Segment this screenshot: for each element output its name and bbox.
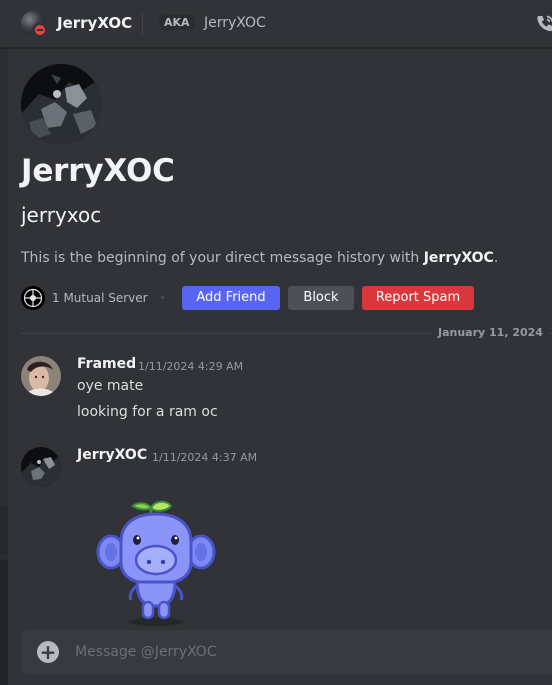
profile-avatar[interactable] bbox=[21, 64, 101, 144]
sidebar-edge-panel bbox=[0, 507, 8, 555]
message-timestamp: 1/11/2024 4:29 AM bbox=[138, 360, 244, 373]
message-avatar-framed[interactable] bbox=[21, 356, 61, 396]
date-divider-label: January 11, 2024 bbox=[432, 326, 549, 339]
history-intro-text: This is the beginning of your direct mes… bbox=[21, 250, 498, 266]
dm-header: JerryXOC AKA JerryXOC bbox=[0, 0, 552, 48]
profile-avatar-image bbox=[21, 64, 101, 144]
mutual-servers-link[interactable]: 1 Mutual Server bbox=[52, 291, 148, 305]
history-intro-prefix: This is the beginning of your direct mes… bbox=[21, 250, 424, 266]
history-intro-suffix: . bbox=[493, 250, 499, 266]
block-button[interactable]: Block bbox=[288, 286, 354, 310]
message-text: looking for a ram oc bbox=[77, 404, 218, 420]
mutual-server-image bbox=[21, 286, 45, 310]
dm-app: JerryXOC AKA JerryXOC JerryXOC jerryxoc … bbox=[0, 0, 552, 685]
message-composer: + bbox=[21, 630, 552, 674]
aka-badge: AKA bbox=[159, 15, 195, 30]
message-text: oye mate bbox=[77, 378, 144, 394]
message-timestamp: 1/11/2024 4:37 AM bbox=[152, 451, 258, 464]
jerryxoc-avatar-image bbox=[21, 447, 61, 487]
header-title[interactable]: JerryXOC bbox=[57, 14, 132, 32]
header-avatar[interactable] bbox=[21, 11, 48, 38]
profile-display-name: JerryXOC bbox=[21, 153, 175, 189]
report-spam-button[interactable]: Report Spam bbox=[362, 286, 474, 310]
framed-avatar-image bbox=[21, 356, 61, 396]
wumpus-sprout-sticker[interactable] bbox=[89, 494, 225, 628]
add-attachment-icon[interactable]: + bbox=[37, 641, 59, 663]
message-input[interactable] bbox=[75, 640, 535, 664]
sidebar-edge bbox=[0, 0, 8, 685]
message-author[interactable]: JerryXOC bbox=[77, 447, 147, 463]
phone-call-icon[interactable] bbox=[534, 13, 552, 35]
aka-name: JerryXOC bbox=[204, 15, 266, 31]
mutual-server-icon[interactable] bbox=[21, 286, 45, 310]
dot-separator bbox=[161, 296, 164, 299]
message-author[interactable]: Framed bbox=[77, 356, 136, 372]
message-avatar-jerryxoc[interactable] bbox=[21, 447, 61, 487]
profile-username: jerryxoc bbox=[21, 203, 102, 227]
dnd-status-icon bbox=[32, 22, 48, 38]
history-intro-name: JerryXOC bbox=[423, 250, 494, 266]
header-divider bbox=[142, 12, 143, 36]
sidebar-edge-panel-lower bbox=[0, 560, 8, 685]
add-friend-button[interactable]: Add Friend bbox=[182, 286, 280, 310]
